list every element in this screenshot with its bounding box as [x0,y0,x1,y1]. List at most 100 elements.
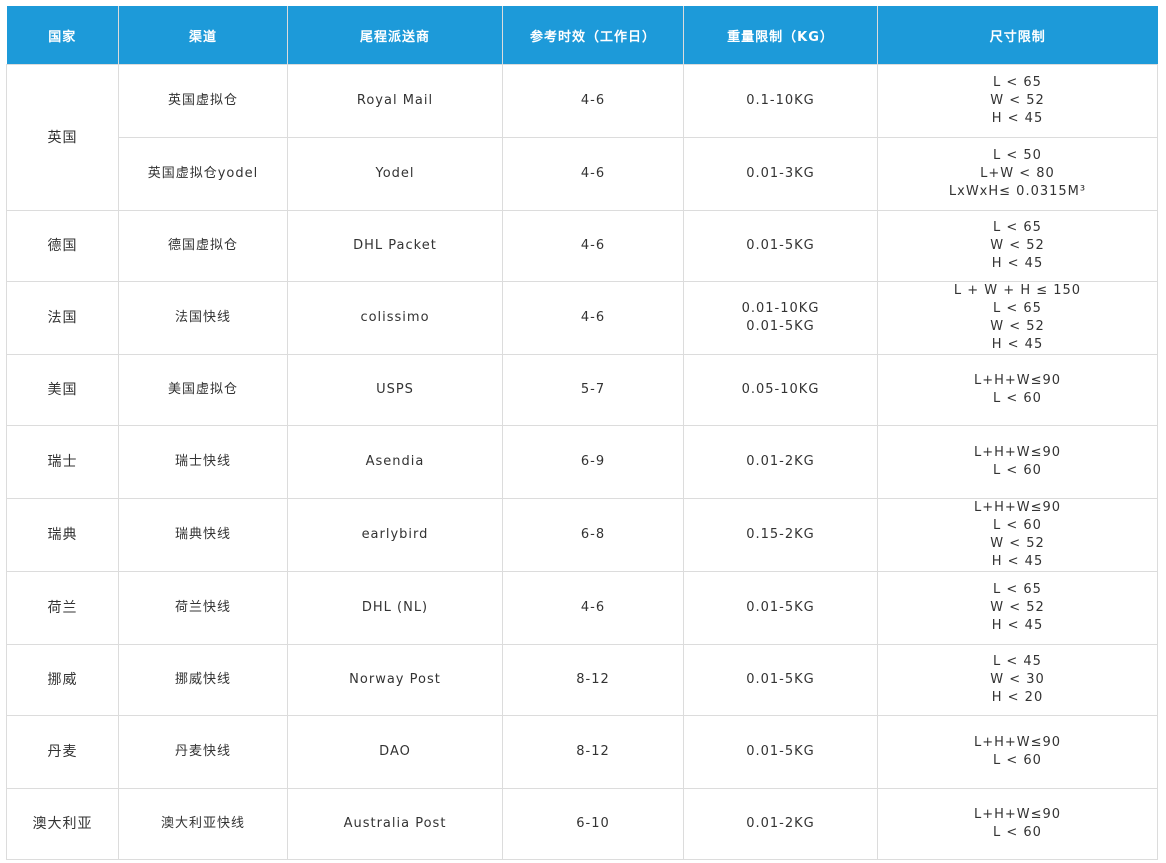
table-row: 英国 英国虚拟仓 Royal Mail 4-6 0.1-10KG L < 65 W < 52… [6,64,1158,211]
channel-cell: 德国虚拟仓 [118,210,288,282]
size-limit-cell-line: L < 60 [993,753,1042,768]
table-row: 挪威 挪威快线 Norway Post 8-12 0.01-5KG L < 45 W < 3… [6,644,1158,716]
size-limit-cell: L < 65 W < 52 H < 45 [877,210,1158,282]
table-row: 法国 法国快线 colissimo 4-6 0.01-10KG 0.01-5KG L + W… [6,281,1158,355]
weight-limit-cell-line: 0.01-5KG [746,238,815,253]
size-limit-cell: L < 50 L+W < 80 LxWxH≤ 0.0315M³ [877,137,1158,211]
country-cell: 英国 [6,64,119,211]
table-row: 荷兰 荷兰快线 DHL (NL) 4-6 0.01-5KG L < 65 W < 52 H <… [6,571,1158,645]
size-limit-cell-line: L+H+W≤90 [973,445,1062,460]
size-limit-cell-line: L < 50 [993,148,1042,163]
channel-cell: 瑞士快线 [118,425,288,499]
table-body: 英国 英国虚拟仓 Royal Mail 4-6 0.1-10KG L < 65 W < 52… [6,64,1158,860]
size-limit-cell-line: H < 45 [991,256,1044,271]
carrier-cell: Yodel [287,137,503,211]
weight-limit-cell-line: 0.01-5KG [746,672,815,687]
country-cell: 德国 [6,210,119,282]
channel-cell: 瑞典快线 [118,498,288,572]
channel-cell: 英国虚拟仓 [118,64,288,138]
weight-limit-cell-line: 0.01-5KG [746,319,815,334]
delivery-days-cell: 5-7 [502,354,684,426]
size-limit-cell: L+H+W≤90 L < 60 [877,354,1158,426]
header-weight-limit: 重量限制（KG） [683,6,878,65]
size-limit-cell-line: W < 52 [990,319,1045,334]
country-cell: 丹麦 [6,715,119,789]
weight-limit-cell: 0.15-2KG [683,498,878,572]
carrier-cell: DHL (NL) [287,571,503,645]
carrier-cell: USPS [287,354,503,426]
table-row: 德国 德国虚拟仓 DHL Packet 4-6 0.01-5KG L < 65 W < 52… [6,210,1158,282]
shipping-table: 国家 渠道 尾程派送商 参考时效（工作日） 重量限制（KG） 尺寸限制 英国 英国… [6,6,1158,860]
size-limit-cell: L+H+W≤90 L < 60 W < 52 H < 45 [877,498,1158,572]
size-limit-cell-line: L < 60 [993,518,1042,533]
weight-limit-cell-line: 0.01-5KG [746,744,815,759]
size-limit-cell-line: L+H+W≤90 [973,373,1062,388]
table-row: 瑞士 瑞士快线 Asendia 6-9 0.01-2KG L+H+W≤90 L < 60 [6,425,1158,499]
size-limit-cell: L+H+W≤90 L < 60 [877,715,1158,789]
carrier-cell: DAO [287,715,503,789]
size-limit-cell-line: W < 52 [990,238,1045,253]
carrier-cell: Australia Post [287,788,503,860]
delivery-days-cell: 4-6 [502,64,684,138]
size-limit-cell-line: L < 60 [993,825,1042,840]
size-limit-cell-line: L < 65 [993,220,1042,235]
size-limit-cell-line: H < 20 [991,690,1044,705]
weight-limit-cell: 0.01-2KG [683,788,878,860]
weight-limit-cell: 0.01-3KG [683,137,878,211]
delivery-days-cell: 4-6 [502,571,684,645]
size-limit-cell-line: L + W + H ≤ 150 [953,283,1082,298]
channel-cell: 挪威快线 [118,644,288,716]
delivery-days-cell: 4-6 [502,137,684,211]
table-row: 丹麦 丹麦快线 DAO 8-12 0.01-5KG L+H+W≤90 L < 60 [6,715,1158,789]
channel-cell: 法国快线 [118,281,288,355]
delivery-days-cell: 4-6 [502,281,684,355]
weight-limit-cell-line: 0.05-10KG [741,382,820,397]
weight-limit-cell: 0.01-5KG [683,210,878,282]
weight-limit-cell-line: 0.15-2KG [746,527,815,542]
size-limit-cell: L+H+W≤90 L < 60 [877,425,1158,499]
country-cell: 瑞士 [6,425,119,499]
weight-limit-cell: 0.01-2KG [683,425,878,499]
channel-cell: 美国虚拟仓 [118,354,288,426]
weight-limit-cell-line: 0.01-10KG [741,301,820,316]
weight-limit-cell-line: 0.01-2KG [746,454,815,469]
table-row: 美国 美国虚拟仓 USPS 5-7 0.05-10KG L+H+W≤90 L < 60 [6,354,1158,426]
carrier-cell: Royal Mail [287,64,503,138]
weight-limit-cell: 0.05-10KG [683,354,878,426]
weight-limit-cell-line: 0.01-3KG [746,166,815,181]
size-limit-cell-line: LxWxH≤ 0.0315M³ [948,184,1087,199]
size-limit-cell: L < 65 W < 52 H < 45 [877,571,1158,645]
carrier-cell: DHL Packet [287,210,503,282]
country-cell: 法国 [6,281,119,355]
weight-limit-cell-line: 0.01-2KG [746,816,815,831]
carrier-cell: Asendia [287,425,503,499]
weight-limit-cell: 0.01-5KG [683,571,878,645]
size-limit-cell-line: L+W < 80 [980,166,1055,181]
size-limit-cell: L + W + H ≤ 150 L < 65 W < 52 H < 45 [877,281,1158,355]
size-limit-cell-line: W < 52 [990,536,1045,551]
weight-limit-cell: 0.01-10KG 0.01-5KG [683,281,878,355]
size-limit-cell-line: W < 30 [990,672,1045,687]
table-header-row: 国家 渠道 尾程派送商 参考时效（工作日） 重量限制（KG） 尺寸限制 [6,6,1158,65]
size-limit-cell: L < 45 W < 30 H < 20 [877,644,1158,716]
channel-cell: 英国虚拟仓yodel [118,137,288,211]
weight-limit-cell: 0.01-5KG [683,644,878,716]
carrier-cell: colissimo [287,281,503,355]
size-limit-cell-line: L+H+W≤90 [973,500,1062,515]
country-cell: 澳大利亚 [6,788,119,860]
weight-limit-cell: 0.1-10KG [683,64,878,138]
country-cell: 荷兰 [6,571,119,645]
size-limit-cell-line: L < 65 [993,582,1042,597]
channel-cell: 澳大利亚快线 [118,788,288,860]
table-row: 瑞典 瑞典快线 earlybird 6-8 0.15-2KG L+H+W≤90 L < 60… [6,498,1158,572]
table-row: 英国虚拟仓yodel Yodel 4-6 0.01-3KG L < 50 L+W < 80… [7,137,1158,211]
carrier-cell: Norway Post [287,644,503,716]
country-cell: 挪威 [6,644,119,716]
header-country: 国家 [6,6,119,65]
channel-cell: 荷兰快线 [118,571,288,645]
size-limit-cell-line: W < 52 [990,600,1045,615]
delivery-days-cell: 8-12 [502,644,684,716]
delivery-days-cell: 6-10 [502,788,684,860]
size-limit-cell-line: L < 65 [993,75,1042,90]
header-delivery-days: 参考时效（工作日） [502,6,684,65]
